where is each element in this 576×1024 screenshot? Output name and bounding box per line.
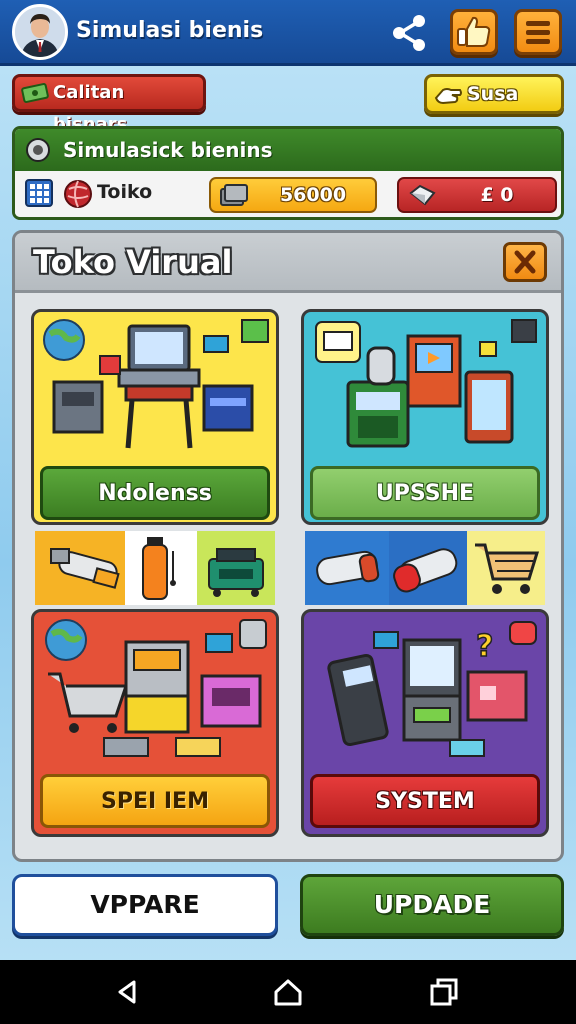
pos-terminal-illustration: ? (327, 621, 537, 757)
system-nav-bar (0, 960, 576, 1024)
spei-iem-button[interactable]: SPEI IEM (40, 774, 270, 828)
card-upsshe[interactable]: UPSSHE (301, 309, 549, 525)
item-tile-cart[interactable] (467, 531, 545, 605)
panel-title: Toko Virual (33, 243, 233, 281)
laptop-shop-illustration (43, 319, 269, 449)
store-shelf-illustration (45, 619, 267, 757)
system-button[interactable]: SYSTEM (310, 774, 540, 828)
store-globe-icon (64, 180, 92, 208)
close-button[interactable] (503, 242, 547, 282)
top-bar: Simulasi bienis (0, 0, 576, 66)
share-icon[interactable] (388, 12, 430, 54)
info-panel-title: Simulasick bienins (63, 138, 273, 162)
card-spei-iem[interactable]: SPEI IEM (31, 609, 279, 837)
gold-value: 56000 (279, 184, 347, 206)
item-tile-tape[interactable] (35, 531, 125, 605)
cash-stack-icon (220, 184, 248, 206)
app-title: Simulasi bienis (76, 18, 264, 43)
coin-icon (26, 138, 50, 162)
shopping-cart-icon (475, 543, 540, 594)
hamburger-menu-icon (526, 21, 550, 44)
recent-apps-icon[interactable] (428, 976, 460, 1008)
capsule-icon (393, 548, 458, 593)
avatar[interactable] (12, 4, 68, 60)
susa-label: Susa (467, 83, 519, 105)
red-value: £ 0 (480, 184, 514, 206)
card-ndolenss[interactable]: Ndolenss (31, 309, 279, 525)
card-system[interactable]: ? SYSTEM (301, 609, 549, 837)
close-icon (514, 250, 536, 274)
tape-dispenser-icon (50, 548, 120, 589)
item-strip-left (35, 531, 275, 605)
gold-stat: 56000 (209, 177, 377, 213)
calitan-bisnars-button[interactable]: Calitan bisnars (12, 74, 206, 135)
red-stat: £ 0 (397, 177, 557, 213)
vppare-button[interactable]: VPPARE (12, 874, 278, 936)
item-tile-capsule[interactable] (389, 531, 467, 605)
item-strip-right (305, 531, 545, 605)
ndolenss-button[interactable]: Ndolenss (40, 466, 270, 520)
thumbs-up-icon (457, 16, 491, 47)
money-icon (21, 83, 49, 103)
item-tile-cylinder[interactable] (305, 531, 389, 605)
printer-icon (208, 548, 264, 597)
diamond-gem-icon (409, 184, 436, 206)
svg-text:?: ? (476, 629, 493, 664)
menu-button[interactable] (514, 9, 562, 55)
hand-icon (434, 88, 462, 105)
info-panel-header: Simulasick bienins (15, 129, 561, 171)
info-stats-row: Toiko 56000 £ 0 (15, 171, 561, 217)
bottle-icon (142, 537, 176, 600)
susa-button[interactable]: Susa (424, 74, 564, 114)
panel-header: Toko Virual (15, 233, 561, 293)
update-button[interactable]: UPDADE (300, 874, 564, 936)
business-info-panel: Simulasick bienins Toiko 56000 £ 0 (12, 126, 564, 220)
back-icon[interactable] (112, 976, 144, 1008)
cylinder-icon (316, 550, 380, 586)
store-label: Toiko (97, 181, 153, 203)
like-button[interactable] (450, 9, 498, 55)
cash-register-illustration (315, 319, 537, 448)
virtual-store-panel: Toko Virual Ndolenss UPSSHE SPEI IEM ? S… (12, 230, 564, 862)
calculator-grid-icon (25, 179, 53, 207)
home-icon[interactable] (272, 976, 304, 1008)
item-tile-bottle[interactable] (125, 531, 197, 605)
upsshe-button[interactable]: UPSSHE (310, 466, 540, 520)
item-tile-printer[interactable] (197, 531, 275, 605)
